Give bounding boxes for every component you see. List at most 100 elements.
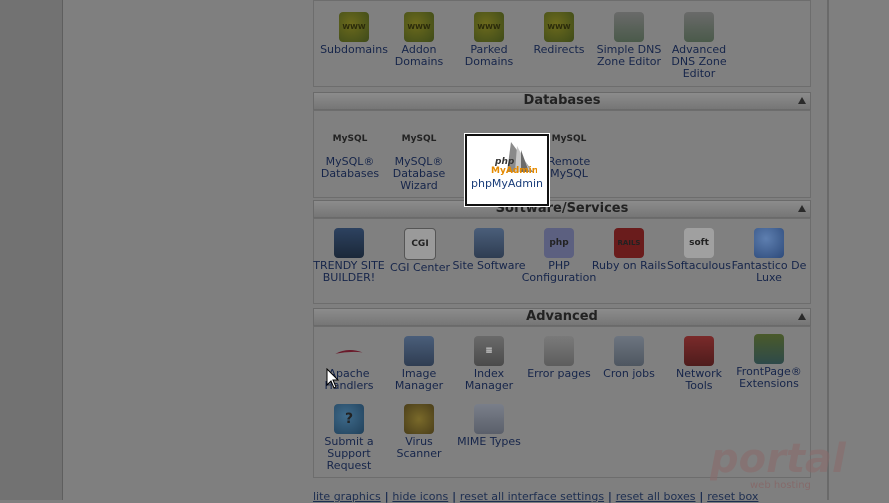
item-label: Softaculous — [667, 259, 731, 272]
virus-scanner-link[interactable]: Virus Scanner — [381, 404, 457, 460]
site-builder-icon — [334, 228, 364, 258]
php-icon: php — [544, 228, 574, 258]
item-label: MySQL® Database Wizard — [392, 155, 446, 192]
logo-myadmin-text: MyAdmin — [491, 166, 537, 176]
section-title: Advanced — [526, 309, 598, 324]
error-pages-link[interactable]: Error pages — [521, 336, 597, 380]
item-label: Apache Handlers — [324, 367, 374, 392]
databases-header[interactable]: Databases — [313, 92, 811, 110]
softaculous-link[interactable]: soft Softaculous — [661, 228, 737, 272]
item-label: Site Software — [452, 259, 526, 272]
site-software-link[interactable]: Site Software — [451, 228, 527, 272]
index-manager-icon: ≡ — [474, 336, 504, 366]
item-label: Virus Scanner — [396, 435, 442, 460]
ruby-on-rails-link[interactable]: RAILS Ruby on Rails — [591, 228, 667, 272]
support-request-link[interactable]: ? Submit a Support Request — [311, 404, 387, 472]
item-label: FrontPage® Extensions — [736, 365, 802, 390]
advanced-dns-zone-editor-link[interactable]: Advanced DNS Zone Editor — [661, 12, 737, 80]
advanced-dns-icon — [684, 12, 714, 42]
simple-dns-icon — [614, 12, 644, 42]
cron-icon — [614, 336, 644, 366]
reset-all-boxes-link[interactable]: reset all boxes — [616, 490, 696, 503]
item-label: Redirects — [533, 43, 585, 56]
simple-dns-zone-editor-link[interactable]: Simple DNS Zone Editor — [591, 12, 667, 68]
sep: | — [380, 490, 393, 503]
addon-domains-link[interactable]: WWW Addon Domains — [381, 12, 457, 68]
item-label: Ruby on Rails — [591, 259, 667, 272]
redirects-icon: WWW — [544, 12, 574, 42]
item-label: Network Tools — [676, 367, 722, 392]
footer-links: lite graphics | hide icons | reset all i… — [313, 490, 758, 503]
watermark-text: portal — [710, 436, 847, 482]
mime-icon — [474, 404, 504, 434]
sep: | — [604, 490, 616, 503]
item-label: Error pages — [527, 367, 591, 380]
sep: | — [695, 490, 708, 503]
mysql-wizard-icon: MySQL — [401, 134, 437, 144]
reset-settings-link[interactable]: reset all interface settings — [460, 490, 604, 503]
rails-icon: RAILS — [614, 228, 644, 258]
item-label: TRENDY SITE BUILDER! — [313, 259, 385, 284]
sidebar-divider — [62, 0, 63, 500]
item-label: MySQL® Databases — [320, 155, 380, 180]
fantastico-link[interactable]: Fantastico De Luxe — [731, 228, 807, 284]
lite-graphics-link[interactable]: lite graphics — [313, 490, 381, 503]
item-label: Addon Domains — [394, 43, 444, 68]
item-label: PHP Configuration — [521, 259, 597, 284]
image-manager-link[interactable]: Image Manager — [381, 336, 457, 392]
redirects-link[interactable]: WWW Redirects — [521, 12, 597, 56]
phpmyadmin-label: phpMyAdmin — [471, 177, 543, 190]
subdomains-icon: WWW — [339, 12, 369, 42]
item-label: Fantastico De Luxe — [731, 259, 807, 284]
watermark-subtext: web hosting — [750, 480, 811, 491]
mouse-cursor-icon — [326, 367, 340, 394]
mysql-databases-link[interactable]: MySQL MySQL® Databases — [312, 124, 388, 180]
item-label: Image Manager — [394, 367, 444, 392]
parked-domains-link[interactable]: WWW Parked Domains — [451, 12, 527, 68]
collapse-triangle-icon[interactable] — [798, 205, 806, 212]
mysql-icon: MySQL — [332, 134, 368, 144]
collapse-triangle-icon[interactable] — [798, 313, 806, 320]
cron-jobs-link[interactable]: Cron jobs — [591, 336, 667, 380]
image-manager-icon — [404, 336, 434, 366]
cgi-center-link[interactable]: CGI CGI Center — [382, 228, 458, 274]
portal-watermark-logo: portal web hosting — [709, 432, 860, 496]
section-title: Databases — [523, 93, 601, 108]
addon-domains-icon: WWW — [404, 12, 434, 42]
virus-icon — [404, 404, 434, 434]
network-tools-icon — [684, 336, 714, 366]
item-label: Parked Domains — [464, 43, 514, 68]
left-sidebar — [0, 0, 62, 500]
cgi-icon: CGI — [404, 228, 436, 260]
index-manager-link[interactable]: ≡ Index Manager — [451, 336, 527, 392]
parked-domains-icon: WWW — [474, 12, 504, 42]
site-software-icon — [474, 228, 504, 258]
hide-icons-link[interactable]: hide icons — [392, 490, 448, 503]
fantastico-icon — [754, 228, 784, 258]
item-label: CGI Center — [390, 261, 450, 274]
frontpage-extensions-link[interactable]: FrontPage® Extensions — [731, 334, 807, 390]
advanced-header[interactable]: Advanced — [313, 308, 811, 326]
sep: | — [448, 490, 460, 503]
item-label: Simple DNS Zone Editor — [596, 43, 662, 68]
software-services-header[interactable]: Software/Services — [313, 200, 811, 218]
network-tools-link[interactable]: Network Tools — [661, 336, 737, 392]
phpmyadmin-link[interactable]: php MyAdmin phpMyAdmin — [465, 134, 549, 206]
right-border — [827, 0, 829, 500]
apache-handlers-link[interactable]: Apache Handlers — [311, 336, 387, 392]
item-label: Advanced DNS Zone Editor — [671, 43, 727, 80]
mysql-database-wizard-link[interactable]: MySQL MySQL® Database Wizard — [381, 124, 457, 192]
site-builder-link[interactable]: TRENDY SITE BUILDER! — [311, 228, 387, 284]
phpmyadmin-icon: php MyAdmin — [477, 140, 538, 178]
php-configuration-link[interactable]: php PHP Configuration — [521, 228, 597, 284]
mime-types-link[interactable]: MIME Types — [451, 404, 527, 448]
collapse-triangle-icon[interactable] — [798, 97, 806, 104]
item-label: Submit a Support Request — [324, 435, 374, 472]
item-label: Cron jobs — [603, 367, 655, 380]
item-label: Index Manager — [464, 367, 514, 392]
item-label: MIME Types — [457, 435, 521, 448]
error-pages-icon — [544, 336, 574, 366]
support-icon: ? — [334, 404, 364, 434]
softaculous-icon: soft — [684, 228, 714, 258]
apache-icon — [334, 336, 364, 366]
